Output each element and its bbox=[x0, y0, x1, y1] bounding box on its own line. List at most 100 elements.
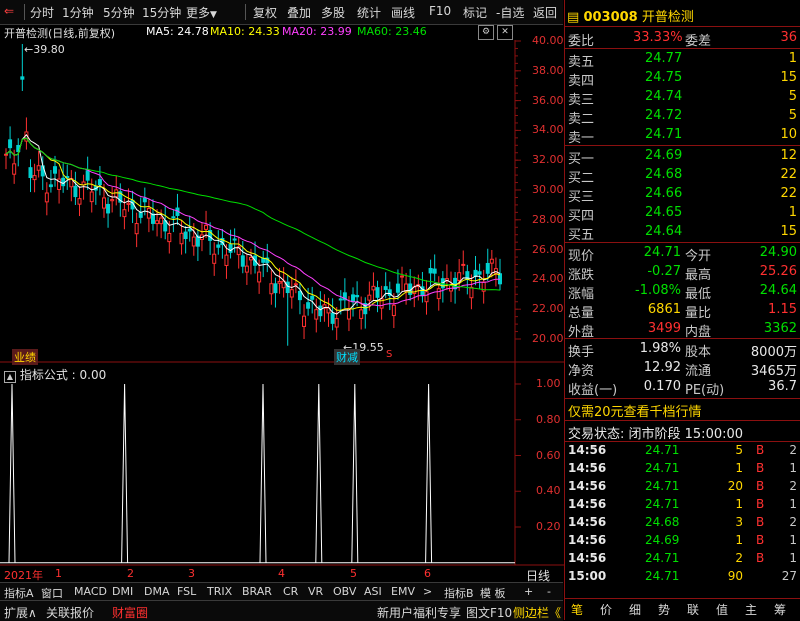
bid-row-label: 买五 bbox=[568, 228, 595, 243]
candle-body bbox=[48, 184, 53, 188]
bid-row-label: 买二 bbox=[568, 171, 595, 186]
tick-side: B bbox=[756, 551, 765, 565]
tab-dmi[interactable]: DMI bbox=[112, 585, 133, 598]
month-label-4: 4 bbox=[278, 567, 285, 580]
tick-time: 14:56 bbox=[568, 551, 607, 565]
tab-macd[interactable]: MACD bbox=[74, 585, 107, 598]
tab-emv[interactable]: EMV bbox=[391, 585, 415, 598]
s-tag[interactable]: S bbox=[386, 349, 392, 360]
divider bbox=[565, 26, 800, 27]
tab-dma[interactable]: DMA bbox=[144, 585, 170, 598]
panel-tab[interactable]: 主 bbox=[745, 601, 757, 618]
tick-time: 14:56 bbox=[568, 461, 607, 475]
earnings-tag[interactable]: 业绩 bbox=[12, 349, 38, 365]
candle-body bbox=[142, 197, 147, 203]
stat-label: 现价 bbox=[568, 249, 595, 264]
tab-brar[interactable]: BRAR bbox=[242, 585, 272, 598]
tick-time: 14:56 bbox=[568, 497, 607, 511]
template-label-1: 模 bbox=[480, 587, 491, 600]
panel-tab[interactable]: 细 bbox=[629, 601, 641, 618]
candle-body bbox=[216, 244, 221, 248]
stock-code: 003008 bbox=[583, 10, 638, 25]
candle-body bbox=[273, 283, 278, 294]
tab-cr[interactable]: CR bbox=[283, 585, 298, 598]
candle-body bbox=[244, 265, 249, 273]
indicator-header: ▲ 指标公式 : 0.00 bbox=[4, 366, 106, 383]
fund-value: 12.92 bbox=[643, 360, 681, 375]
candle-body bbox=[473, 269, 478, 277]
tab-trix[interactable]: TRIX bbox=[207, 585, 232, 598]
candle-body bbox=[150, 213, 155, 224]
fund-value: 3465万 bbox=[750, 364, 797, 379]
ma60-line bbox=[5, 137, 501, 291]
panel-tab[interactable]: 筹 bbox=[774, 601, 786, 618]
related-quotes-button[interactable]: 关联报价 bbox=[46, 604, 94, 621]
candle-body bbox=[375, 287, 380, 298]
reduce-tag[interactable]: 财减 bbox=[334, 349, 360, 365]
level2-promo[interactable]: 仅需20元查看千档行情 bbox=[568, 401, 702, 420]
bid-row-label: 买三 bbox=[568, 190, 595, 205]
fund-value: 1.98% bbox=[639, 341, 681, 356]
stat-value: 1.15 bbox=[768, 302, 797, 317]
tab-fsl[interactable]: FSL bbox=[177, 585, 196, 598]
ask-row-label: 卖四 bbox=[568, 74, 595, 89]
price-axis-label: 30.00 bbox=[532, 183, 564, 196]
tick-volume: 1 bbox=[735, 461, 743, 475]
tick-time: 14:56 bbox=[568, 515, 607, 529]
candle-body bbox=[314, 309, 319, 320]
panel-tab[interactable]: 价 bbox=[600, 601, 612, 618]
price-axis-label: 26.00 bbox=[532, 242, 564, 256]
tab-obv[interactable]: OBV bbox=[333, 585, 356, 598]
price-axis-label: 32.00 bbox=[532, 153, 564, 167]
tab-window[interactable]: 窗口 bbox=[41, 585, 63, 601]
indicator-axis-label: 0.60 bbox=[536, 448, 561, 462]
tab-vr[interactable]: VR bbox=[308, 585, 323, 598]
f10-text-button[interactable]: 图文F10 bbox=[466, 604, 512, 621]
divider bbox=[565, 441, 800, 442]
ask-row-volume: 10 bbox=[780, 127, 797, 142]
candle-body bbox=[485, 262, 490, 274]
zoom-in-button[interactable]: + bbox=[524, 585, 533, 598]
tick-volume: 5 bbox=[735, 443, 743, 457]
candle-body bbox=[302, 315, 307, 327]
tab-indicator-b[interactable]: 指标B bbox=[444, 585, 474, 601]
new-user-promo[interactable]: 新用户福利专享 bbox=[377, 604, 461, 621]
wealth-circle-button[interactable]: 财富圈 bbox=[112, 604, 148, 621]
indicator-axis-ticks bbox=[515, 383, 521, 528]
tick-price: 24.71 bbox=[645, 551, 680, 565]
candle-body bbox=[134, 223, 139, 235]
candle-body bbox=[52, 166, 57, 174]
ask-row-label: 卖三 bbox=[568, 93, 595, 108]
indicator-icon[interactable]: ▲ bbox=[4, 371, 16, 383]
scroll-right-icon[interactable]: > bbox=[423, 585, 432, 598]
stat-label: 涨跌 bbox=[568, 268, 595, 283]
sidebar-toggle[interactable]: 侧边栏《 bbox=[513, 604, 561, 621]
month-label-2: 2 bbox=[127, 567, 134, 580]
ask-row-price: 24.75 bbox=[645, 70, 683, 85]
tick-price: 24.71 bbox=[645, 497, 680, 511]
tick-volume: 90 bbox=[727, 569, 743, 583]
panel-tab[interactable]: 联 bbox=[687, 601, 699, 618]
tab-asi[interactable]: ASI bbox=[364, 585, 382, 598]
panel-tab[interactable]: 势 bbox=[658, 601, 670, 618]
tick-count: 1 bbox=[789, 461, 797, 475]
candle-body bbox=[489, 258, 494, 264]
high-marker: ←39.80 bbox=[24, 43, 65, 56]
candle-body bbox=[285, 281, 290, 294]
panel-tab[interactable]: 笔 bbox=[571, 601, 583, 618]
zoom-out-button[interactable]: - bbox=[547, 585, 551, 598]
tick-side: B bbox=[756, 461, 765, 475]
price-axis-label: 36.00 bbox=[532, 93, 564, 107]
panel-tab[interactable]: 值 bbox=[716, 601, 728, 618]
weicha-label: 委差 bbox=[685, 34, 712, 49]
bid-row-volume: 22 bbox=[780, 186, 797, 201]
folder-icon[interactable]: ▤ bbox=[567, 10, 579, 25]
tab-indicator-a[interactable]: 指标A bbox=[4, 585, 34, 601]
template-button[interactable]: 模 板 bbox=[480, 585, 506, 601]
candle-body bbox=[167, 232, 172, 243]
expand-button[interactable]: 扩展∧ bbox=[4, 604, 37, 621]
price-axis-label: 34.00 bbox=[532, 123, 564, 137]
tick-side: B bbox=[756, 515, 765, 529]
fund-value: 36.7 bbox=[768, 379, 797, 394]
tick-count: 1 bbox=[789, 533, 797, 547]
